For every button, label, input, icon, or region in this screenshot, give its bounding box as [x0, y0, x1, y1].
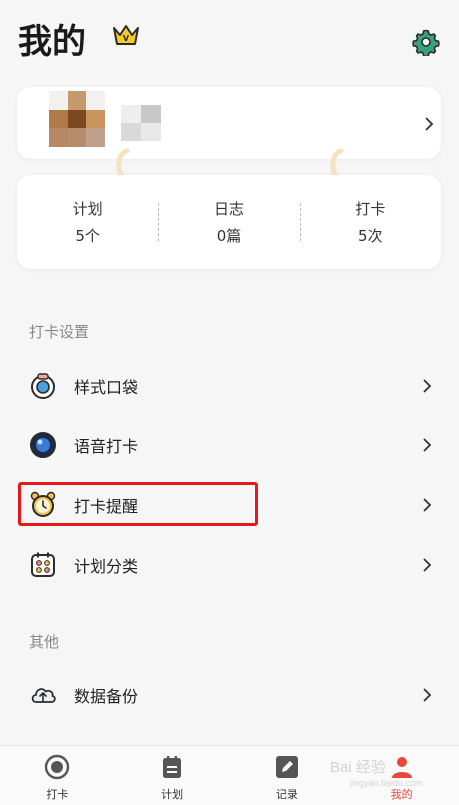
edit-note-icon [275, 756, 298, 778]
menu-label: 计划分类 [74, 557, 139, 576]
stat-checkins[interactable]: 打卡 5次 [300, 198, 441, 246]
section-title-checkin-settings: 打卡设置 [29, 323, 90, 341]
clipboard-icon [163, 756, 182, 778]
voice-checkin-icon [30, 432, 56, 458]
menu-label: 数据备份 [74, 687, 139, 706]
calendar-grid-icon [31, 552, 55, 577]
stat-label: 打卡 [355, 200, 386, 218]
cloud-backup-icon [31, 688, 56, 703]
tab-label: 我的 [390, 788, 413, 801]
stat-label: 日志 [213, 200, 244, 218]
chevron-right-icon [423, 558, 432, 572]
menu-item-plan-category[interactable]: 计划分类 [17, 541, 441, 589]
watermark-subtext: jingyan.baidu.com [350, 778, 423, 788]
tab-label: 计划 [161, 788, 184, 801]
svg-text:V: V [123, 34, 130, 43]
chevron-right-icon [423, 438, 432, 452]
record-circle-icon [45, 754, 70, 780]
avatar[interactable] [49, 91, 105, 147]
menu-item-style-pocket[interactable]: 样式口袋 [17, 362, 441, 410]
tab-label: 打卡 [46, 788, 69, 801]
watermark-text: Bai 经验 [330, 759, 386, 776]
style-pocket-icon [31, 373, 55, 399]
stat-divider [300, 203, 301, 241]
settings-gear-icon[interactable] [412, 28, 440, 56]
chevron-right-icon [423, 498, 432, 512]
stat-divider [158, 203, 159, 241]
menu-label: 样式口袋 [74, 378, 139, 397]
chevron-right-icon [423, 688, 432, 702]
vip-crown-icon[interactable]: V [112, 24, 140, 48]
stat-value: 5次 [358, 227, 383, 245]
stats-card: 计划 5个 日志 0篇 打卡 5次 [17, 175, 441, 269]
tab-checkin[interactable]: 打卡 [0, 746, 115, 805]
stat-value: 5个 [75, 227, 100, 245]
annotation-highlight-box [18, 482, 258, 526]
header: 我的 V [0, 0, 459, 80]
tab-label: 记录 [275, 788, 298, 801]
chevron-right-icon [423, 379, 432, 393]
bottom-tab-bar: 打卡 计划 记录 我的 [0, 745, 459, 805]
menu-item-data-backup[interactable]: 数据备份 [17, 671, 441, 719]
menu-label: 语音打卡 [74, 437, 139, 456]
menu-item-voice-checkin[interactable]: 语音打卡 [17, 421, 441, 469]
chevron-right-icon [425, 117, 434, 131]
username-blurred [121, 105, 161, 141]
stat-journals[interactable]: 日志 0篇 [158, 198, 299, 246]
stat-plans[interactable]: 计划 5个 [17, 198, 158, 246]
tab-plan[interactable]: 计划 [115, 746, 230, 805]
tab-records[interactable]: 记录 [230, 746, 345, 805]
stat-value: 0篇 [216, 227, 242, 245]
person-icon [391, 757, 412, 778]
profile-card[interactable] [17, 87, 441, 159]
stat-label: 计划 [72, 200, 103, 218]
section-title-other: 其他 [29, 633, 60, 651]
page-title: 我的 [18, 22, 86, 62]
